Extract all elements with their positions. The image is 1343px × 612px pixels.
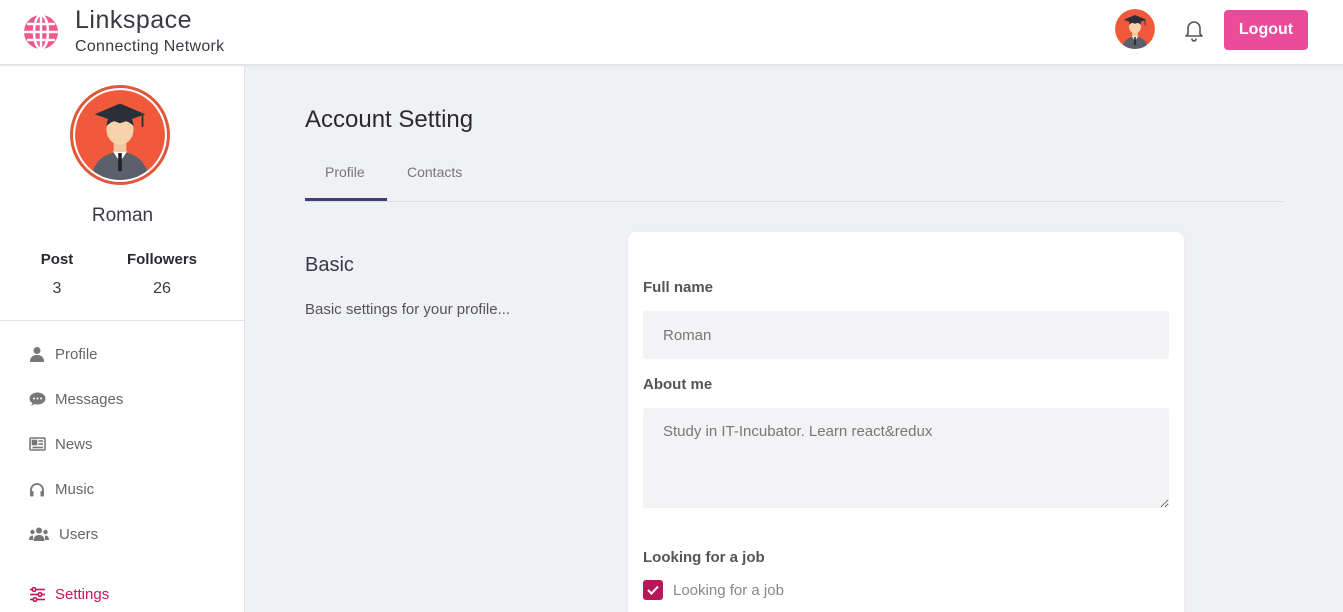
tab-profile[interactable]: Profile <box>325 164 365 180</box>
profile-avatar[interactable] <box>70 85 170 185</box>
section-description: Basic settings for your profile... <box>305 301 511 318</box>
sidebar-divider <box>0 320 245 321</box>
header-avatar[interactable] <box>1115 9 1155 49</box>
sidebar-item-label: Messages <box>55 390 124 408</box>
profile-name: Roman <box>91 205 154 226</box>
stat-followers: Followers 26 <box>112 251 212 298</box>
sidebar-item-music[interactable]: Music <box>28 477 94 501</box>
globe-logo-icon[interactable] <box>22 13 60 51</box>
looking-for-job-checkbox-label[interactable]: Looking for a job <box>673 582 784 599</box>
looking-for-job-label: Looking for a job <box>643 549 765 566</box>
users-icon <box>28 525 50 543</box>
bell-icon[interactable] <box>1182 18 1206 42</box>
looking-for-job-checkbox[interactable] <box>643 580 663 600</box>
sidebar-item-settings[interactable]: Settings <box>28 582 109 606</box>
brand-title[interactable]: Linkspace <box>75 6 192 35</box>
checkmark-icon <box>647 585 659 595</box>
headphones-icon <box>28 480 46 498</box>
tab-contacts[interactable]: Contacts <box>407 164 462 180</box>
sidebar-item-label: Profile <box>55 345 98 363</box>
page-title: Account Setting <box>305 106 474 133</box>
profile-form-card: Full name About me Study in IT-Incubator… <box>628 232 1184 612</box>
sidebar-item-label: News <box>55 435 93 453</box>
tabs-divider <box>305 201 1284 202</box>
logout-button[interactable]: Logout <box>1224 10 1308 50</box>
section-title: Basic <box>305 254 354 276</box>
top-header: Linkspace Connecting Network Logout <box>0 0 1343 65</box>
sidebar-item-users[interactable]: Users <box>28 522 98 546</box>
sidebar-item-profile[interactable]: Profile <box>28 342 98 366</box>
brand-subtitle: Connecting Network <box>75 38 225 55</box>
sliders-icon <box>28 585 46 603</box>
sidebar-item-news[interactable]: News <box>28 432 93 456</box>
sidebar: Roman Post 3 Followers 26 Profile Messag… <box>0 66 245 612</box>
sidebar-item-label: Users <box>59 525 99 543</box>
stat-followers-value: 26 <box>153 280 171 297</box>
user-icon <box>28 345 46 363</box>
chat-icon <box>28 390 46 408</box>
stat-post-label: Post <box>40 251 74 268</box>
newspaper-icon <box>28 435 46 453</box>
sidebar-item-label: Settings <box>55 585 110 603</box>
stat-post-value: 3 <box>52 280 62 297</box>
active-tab-indicator <box>305 198 387 201</box>
stat-followers-label: Followers <box>126 251 197 268</box>
stat-post: Post 3 <box>7 251 107 298</box>
full-name-label: Full name <box>643 279 714 296</box>
about-me-textarea[interactable]: Study in IT-Incubator. Learn react&redux <box>643 408 1169 508</box>
sidebar-item-label: Music <box>55 480 95 498</box>
about-me-label: About me <box>643 376 713 393</box>
full-name-input[interactable] <box>643 311 1169 359</box>
sidebar-item-messages[interactable]: Messages <box>28 387 123 411</box>
